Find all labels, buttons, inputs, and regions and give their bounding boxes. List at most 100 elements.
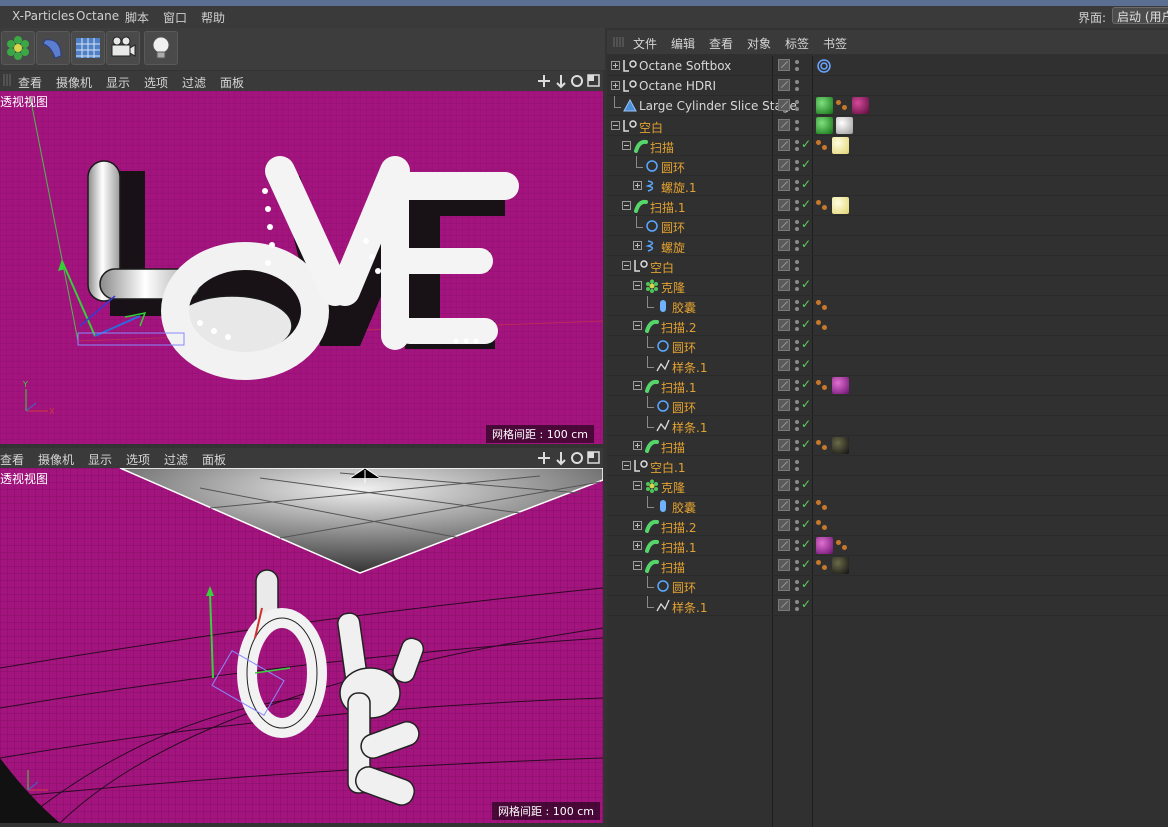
visibility-dots[interactable] [794,539,800,552]
object-row[interactable]: 扫描.1 ✓ [607,536,1168,556]
menu-help[interactable]: 帮助 [201,9,225,26]
material-pink-tag-icon[interactable] [816,537,833,554]
collapse-icon[interactable] [622,141,631,150]
object-name[interactable]: 扫描.2 [661,319,696,336]
enabled-check-icon[interactable]: ✓ [801,477,811,491]
phong-tag-icon[interactable] [816,199,830,213]
layer-toggle[interactable] [778,139,790,151]
enabled-check-icon[interactable]: ✓ [801,297,811,311]
layer-toggle[interactable] [778,399,790,411]
layer-toggle[interactable] [778,519,790,531]
visibility-dots[interactable] [794,499,800,512]
visibility-dots[interactable] [794,599,800,612]
layer-toggle[interactable] [778,559,790,571]
object-name[interactable]: 扫描.1 [650,199,685,216]
enabled-check-icon[interactable]: ✓ [801,497,811,511]
visibility-dots[interactable] [794,399,800,412]
enabled-check-icon[interactable]: ✓ [801,137,811,151]
object-row[interactable]: 样条.1 ✓ [607,416,1168,436]
layer-toggle[interactable] [778,79,790,91]
enabled-check-icon[interactable]: ✓ [801,397,811,411]
object-row[interactable]: 克隆 ✓ [607,276,1168,296]
enabled-check-icon[interactable]: ✓ [801,317,811,331]
om-menu-file[interactable]: 文件 [633,35,657,52]
viewport-bottom-nav-controls[interactable] [537,450,601,466]
enabled-check-icon[interactable]: ✓ [801,357,811,371]
expand-icon[interactable] [633,521,642,530]
object-name[interactable]: 螺旋.1 [661,179,696,196]
phong-tag-icon[interactable] [816,299,830,313]
object-name[interactable]: 样条.1 [672,419,707,436]
visibility-dots[interactable] [794,79,800,92]
layer-toggle[interactable] [778,299,790,311]
object-name[interactable]: 克隆 [661,479,685,496]
viewport-bottom-menu-view[interactable]: 查看 [0,451,24,468]
visibility-dots[interactable] [794,339,800,352]
object-name[interactable]: 空白.1 [650,459,685,476]
visibility-dots[interactable] [794,239,800,252]
object-name[interactable]: 空白 [650,259,674,276]
enabled-check-icon[interactable]: ✓ [801,237,811,251]
layout-dropdown[interactable]: 启动 (用户 [1112,7,1168,24]
layer-toggle[interactable] [778,339,790,351]
phong-tag-icon[interactable] [816,319,830,333]
enabled-check-icon[interactable]: ✓ [801,217,811,231]
collapse-icon[interactable] [622,201,631,210]
viewport-bottom-menu-camera[interactable]: 摄像机 [38,451,74,468]
visibility-dots[interactable] [794,319,800,332]
enabled-check-icon[interactable]: ✓ [801,197,811,211]
visibility-dots[interactable] [794,439,800,452]
visibility-dots[interactable] [794,259,800,272]
object-row[interactable]: 扫描.2 ✓ [607,516,1168,536]
menu-octane[interactable]: Octane [76,9,119,23]
viewport-top-menu-filter[interactable]: 过滤 [182,74,206,91]
object-row[interactable]: 圆环 ✓ [607,216,1168,236]
enabled-check-icon[interactable]: ✓ [801,417,811,431]
deformer-tool-button[interactable] [36,31,70,65]
layer-toggle[interactable] [778,579,790,591]
layer-toggle[interactable] [778,219,790,231]
expand-icon[interactable] [633,441,642,450]
visibility-dots[interactable] [794,159,800,172]
object-row[interactable]: 扫描 ✓ [607,436,1168,456]
layer-toggle[interactable] [778,379,790,391]
material-dark-tag-icon[interactable] [832,557,849,574]
phong-tag-icon[interactable] [816,439,830,453]
material-pink-tag-icon[interactable] [832,377,849,394]
visibility-dots[interactable] [794,379,800,392]
object-name[interactable]: 扫描.1 [661,539,696,556]
enabled-check-icon[interactable]: ✓ [801,277,811,291]
om-menu-bookmarks[interactable]: 书签 [823,35,847,52]
visibility-dots[interactable] [794,59,800,72]
layer-toggle[interactable] [778,439,790,451]
layer-toggle[interactable] [778,59,790,71]
object-row[interactable]: 圆环 ✓ [607,156,1168,176]
object-row[interactable]: 扫描.2 ✓ [607,316,1168,336]
enabled-check-icon[interactable]: ✓ [801,377,811,391]
expand-icon[interactable] [611,81,620,90]
object-name[interactable]: 样条.1 [672,599,707,616]
visibility-dots[interactable] [794,119,800,132]
material-green-tag-icon[interactable] [816,117,833,134]
om-menu-object[interactable]: 对象 [747,35,771,52]
object-row[interactable]: 扫描.1 ✓ [607,196,1168,216]
object-row[interactable]: 空白 [607,116,1168,136]
layer-toggle[interactable] [778,199,790,211]
object-row[interactable]: Octane Softbox [607,56,1168,76]
layer-toggle[interactable] [778,119,790,131]
object-row[interactable]: 胶囊 ✓ [607,496,1168,516]
collapse-icon[interactable] [622,261,631,270]
material-green-tag-icon[interactable] [816,97,833,114]
collapse-icon[interactable] [633,561,642,570]
visibility-dots[interactable] [794,279,800,292]
object-name[interactable]: 螺旋 [661,239,685,256]
enabled-check-icon[interactable]: ✓ [801,517,811,531]
material-yellow-tag-icon[interactable] [832,197,849,214]
object-row[interactable]: 克隆 ✓ [607,476,1168,496]
cloner-tool-button[interactable] [1,31,35,65]
object-row[interactable]: 螺旋 ✓ [607,236,1168,256]
object-row[interactable]: Large Cylinder Slice Stage [607,96,1168,116]
visibility-dots[interactable] [794,219,800,232]
collapse-icon[interactable] [611,121,620,130]
object-name[interactable]: 扫描.1 [661,379,696,396]
